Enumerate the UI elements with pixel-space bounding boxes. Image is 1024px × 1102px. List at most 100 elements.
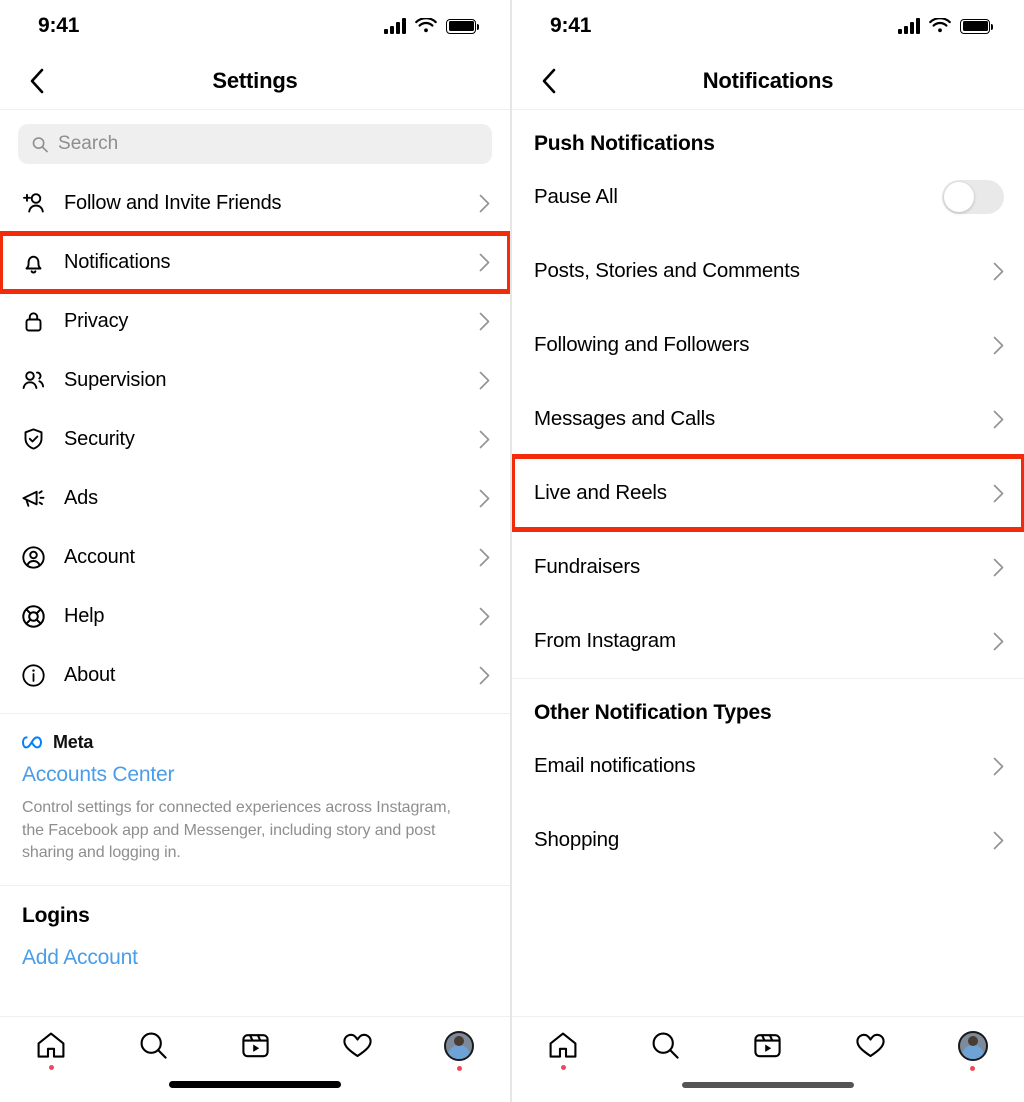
sidebar-item-follow-and-invite-friends[interactable]: Follow and Invite Friends xyxy=(0,174,510,233)
chevron-right-icon xyxy=(479,312,490,331)
notification-row-following-and-followers[interactable]: Following and Followers xyxy=(512,308,1024,382)
pause-all-toggle[interactable] xyxy=(942,180,1004,214)
navbar-settings: Settings xyxy=(0,52,510,110)
home-indicator xyxy=(682,1082,854,1088)
tab-home[interactable] xyxy=(532,1031,594,1081)
sidebar-item-ads[interactable]: Ads xyxy=(0,469,510,528)
sidebar-item-supervision[interactable]: Supervision xyxy=(0,351,510,410)
notification-dot xyxy=(48,1065,54,1070)
tab-reels[interactable] xyxy=(224,1031,286,1081)
meta-brand-label: Meta xyxy=(53,732,94,752)
sidebar-item-help[interactable]: Help xyxy=(0,587,510,646)
notification-row-fundraisers[interactable]: Fundraisers xyxy=(512,530,1024,604)
notification-row-posts-stories-comments[interactable]: Posts, Stories and Comments xyxy=(512,234,1024,308)
row-label: Shopping xyxy=(534,828,620,851)
notification-row-messages-and-calls[interactable]: Messages and Calls xyxy=(512,382,1024,456)
sidebar-item-notifications[interactable]: Notifications xyxy=(0,231,510,294)
status-icons xyxy=(384,18,479,34)
status-time: 9:41 xyxy=(38,14,80,37)
megaphone-icon xyxy=(18,484,48,514)
bottom-tab-bar-left xyxy=(0,1016,510,1102)
row-label: Email notifications xyxy=(534,754,696,777)
notification-row-shopping[interactable]: Shopping xyxy=(512,803,1024,877)
tab-activity[interactable] xyxy=(839,1031,901,1081)
sidebar-item-label: Security xyxy=(64,428,135,450)
sidebar-item-label: Account xyxy=(64,546,135,568)
notifications-screen: 9:41 Notifications Push Notifications Pa… xyxy=(512,0,1024,1102)
chevron-right-icon xyxy=(993,558,1004,576)
status-bar-left: 9:41 xyxy=(0,0,510,52)
wifi-icon xyxy=(415,18,437,33)
notification-row-from-instagram[interactable]: From Instagram xyxy=(512,604,1024,678)
wifi-icon xyxy=(929,18,951,33)
account-circle-icon xyxy=(18,543,48,573)
chevron-right-icon xyxy=(993,410,1004,428)
add-person-icon xyxy=(18,189,48,219)
sidebar-item-privacy[interactable]: Privacy xyxy=(0,292,510,351)
chevron-right-icon xyxy=(479,371,490,390)
page-title: Settings xyxy=(212,67,298,93)
tab-profile[interactable] xyxy=(942,1031,1004,1081)
chevron-right-icon xyxy=(993,262,1004,280)
add-account-link[interactable]: Add Account xyxy=(22,946,138,970)
meta-brand: Meta xyxy=(22,732,488,753)
row-label: Following and Followers xyxy=(534,333,750,356)
home-indicator xyxy=(169,1081,341,1088)
chevron-right-icon xyxy=(479,430,490,449)
sidebar-item-label: Supervision xyxy=(64,369,167,391)
chevron-right-icon xyxy=(479,548,490,567)
notification-row-pause-all[interactable]: Pause All xyxy=(512,160,1024,234)
notification-row-live-and-reels[interactable]: Live and Reels xyxy=(512,454,1024,532)
life-ring-icon xyxy=(18,602,48,632)
row-label: Messages and Calls xyxy=(534,407,715,430)
tab-home[interactable] xyxy=(20,1031,82,1081)
section-title-other-notification-types: Other Notification Types xyxy=(534,701,772,724)
settings-screen: 9:41 Settings Search Follow and Invite F… xyxy=(0,0,512,1102)
row-label: Fundraisers xyxy=(534,555,641,578)
sidebar-item-about[interactable]: About xyxy=(0,646,510,705)
chevron-right-icon xyxy=(993,632,1004,650)
chevron-right-icon xyxy=(993,336,1004,354)
tab-reels[interactable] xyxy=(737,1031,799,1081)
heart-icon xyxy=(856,1033,885,1058)
tab-search[interactable] xyxy=(635,1031,697,1081)
navbar-notifications: Notifications xyxy=(512,52,1024,110)
bottom-tab-bar-right xyxy=(512,1016,1024,1102)
accounts-center-link[interactable]: Accounts Center xyxy=(22,763,174,787)
sidebar-item-security[interactable]: Security xyxy=(0,410,510,469)
chevron-right-icon xyxy=(479,194,490,213)
back-button[interactable] xyxy=(20,64,54,98)
meta-infinity-icon xyxy=(22,736,43,749)
add-account-row: Add Account xyxy=(0,938,510,988)
logins-heading: Logins xyxy=(22,904,90,928)
cellular-signal-icon xyxy=(384,18,406,34)
cellular-signal-icon xyxy=(898,18,920,34)
chevron-right-icon xyxy=(993,484,1004,502)
bell-icon xyxy=(18,248,48,278)
search-icon xyxy=(140,1032,167,1059)
sidebar-item-account[interactable]: Account xyxy=(0,528,510,587)
section-title-push-notifications: Push Notifications xyxy=(534,132,715,155)
status-icons xyxy=(898,18,993,34)
tab-search[interactable] xyxy=(122,1031,184,1081)
status-bar-right: 9:41 xyxy=(512,0,1024,52)
tab-activity[interactable] xyxy=(326,1031,388,1081)
reels-icon xyxy=(241,1034,269,1058)
back-button[interactable] xyxy=(532,64,566,98)
dual-phone-screenshot: 9:41 Settings Search Follow and Invite F… xyxy=(0,0,1024,1102)
notification-row-email-notifications[interactable]: Email notifications xyxy=(512,729,1024,803)
tab-profile[interactable] xyxy=(428,1031,490,1081)
chevron-right-icon xyxy=(993,831,1004,849)
search-box[interactable] xyxy=(18,124,492,164)
reels-icon xyxy=(754,1034,782,1058)
chevron-left-icon xyxy=(30,68,44,93)
meta-accounts-center-block: Meta Accounts Center Control settings fo… xyxy=(0,714,510,885)
notification-dot xyxy=(970,1066,976,1071)
search-input[interactable] xyxy=(58,133,478,155)
profile-avatar-icon xyxy=(957,1031,988,1061)
battery-full-icon xyxy=(446,18,479,34)
home-icon xyxy=(37,1032,65,1058)
chevron-right-icon xyxy=(479,666,490,685)
page-title: Notifications xyxy=(702,67,834,93)
chevron-right-icon xyxy=(479,607,490,626)
